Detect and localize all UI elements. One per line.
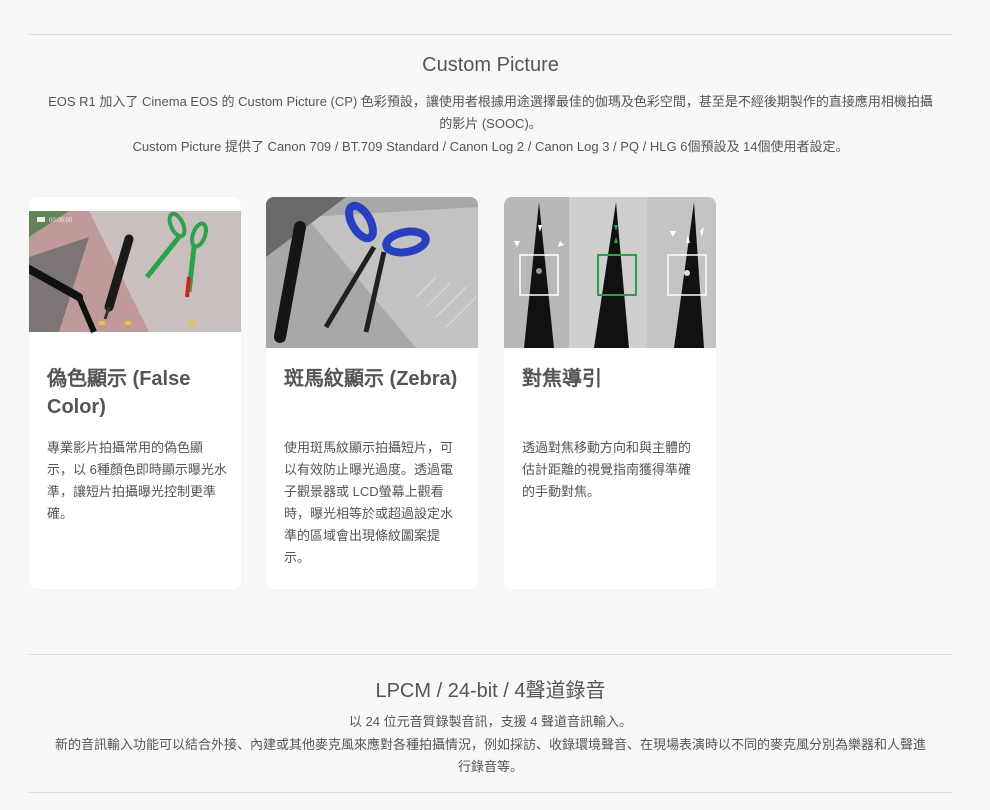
top-divider [29,34,952,35]
false-color-title: 偽色顯示 (False Color) [47,368,191,418]
zebra-card: 斑馬紋顯示 (Zebra) 使用斑馬紋顯示拍攝短片，可以有效防止曝光過度。透過電… [266,197,478,589]
custom-picture-title: Custom Picture [422,54,559,76]
focus-guide-image [504,197,716,348]
focus-guide-title: 對焦導引 [522,368,602,390]
focus-guide-card: 對焦導引 透過對焦移動方向和與主體的估計距離的視覺指南獲得準確的手動對焦。 [504,197,716,589]
false-color-text: 專業影片拍攝常用的偽色顯示，以 6種顏色即時顯示曝光水準，讓短片拍攝曝光控制更準… [47,440,227,521]
zebra-title: 斑馬紋顯示 (Zebra) [284,368,458,390]
bottom-divider [29,792,952,793]
lpcm-desc-line3: 行錄音等。 [457,759,523,774]
custom-picture-desc-line2: 的影片 (SOOC)。 [439,116,542,131]
lpcm-desc-line1: 以 24 位元音質錄製音訊，支援 4 聲道音訊輸入。 [348,714,633,729]
middle-divider [29,654,952,655]
lpcm-title: LPCM / 24-bit / 4聲道錄音 [375,680,606,702]
custom-picture-desc-line1: EOS R1 加入了 Cinema EOS 的 Custom Picture (… [48,94,933,109]
false-color-card: 00:00:00 偽色顯示 (False Color) 專業影片拍攝常用的偽色顯… [29,197,241,589]
custom-picture-desc-line3: Custom Picture 提供了 Canon 709 / BT.709 St… [132,139,849,154]
timecode-overlay: 00:00:00 [49,218,73,224]
focus-guide-text: 透過對焦移動方向和與主體的估計距離的視覺指南獲得準確的手動對焦。 [522,440,692,499]
zebra-text: 使用斑馬紋顯示拍攝短片，可以有效防止曝光過度。透過電子觀景器或 LCD螢幕上觀看… [284,440,454,565]
lpcm-desc-line2: 新的音訊輸入功能可以結合外接、內建或其他麥克風來應對各種拍攝情況，例如採訪、收錄… [54,737,926,752]
zebra-image [266,197,478,348]
false-color-image: 00:00:00 [29,197,241,348]
